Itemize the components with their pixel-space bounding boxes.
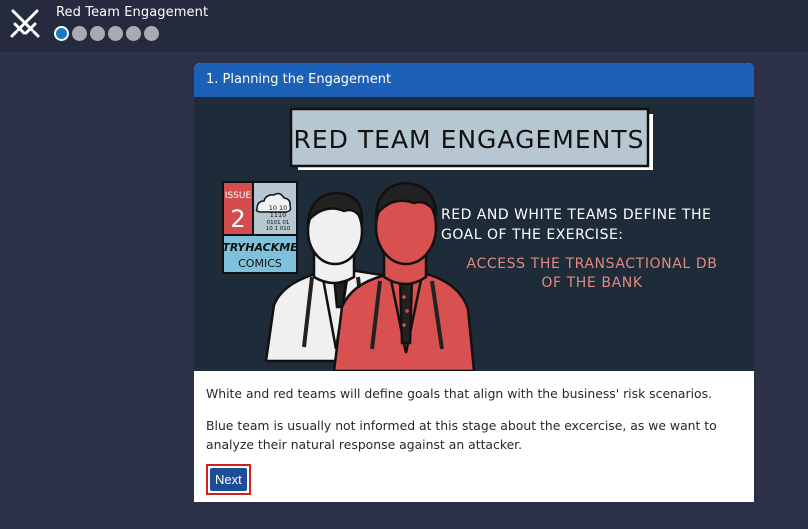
comic-title: RED TEAM ENGAGEMENTS [294,125,645,154]
next-button-highlight: Next [206,464,251,495]
content-card: 1. Planning the Engagement RED TEAM ENGA… [194,63,754,502]
comic-brand: TRYHACKME [222,241,298,254]
comic-issue-badge: ISSUE 2 10 10 1110 0101 01 10 1 010 TRYH… [222,181,298,274]
step-dot-4[interactable] [108,26,123,41]
top-bar: Red Team Engagement [0,0,808,52]
comic-goal-line-1: ACCESS THE TRANSACTIONAL DB [467,256,718,272]
card-header: 1. Planning the Engagement [194,63,754,97]
step-progress [54,26,159,41]
comic-goal-line-2: OF THE BANK [541,275,643,291]
paragraph-goals: White and red teams will define goals th… [206,386,713,401]
issue-label: ISSUE [225,191,252,201]
step-dot-3[interactable] [90,26,105,41]
next-button[interactable]: Next [210,468,247,491]
step-dot-1[interactable] [54,26,69,41]
card-body: White and red teams will define goals th… [194,371,754,495]
issue-number: 2 [230,205,245,233]
crossed-swords-icon [10,9,40,38]
step-dot-2[interactable] [72,26,87,41]
paragraph-blue-team: Blue team is usually not informed at thi… [206,418,717,452]
bits-line-4: 10 1 010 [266,226,291,232]
bits-line-2: 1110 [270,211,287,219]
comic-caption-line-1: RED AND WHITE TEAMS DEFINE THE [441,207,711,223]
step-dot-6[interactable] [144,26,159,41]
comic-brand-sub: COMICS [238,257,282,270]
comic-illustration: RED TEAM ENGAGEMENTS ISSUE 2 10 10 1110 … [194,97,754,371]
app-title: Red Team Engagement [56,5,209,20]
step-dot-5[interactable] [126,26,141,41]
comic-caption-line-2: GOAL OF THE EXERCISE: [441,227,624,243]
